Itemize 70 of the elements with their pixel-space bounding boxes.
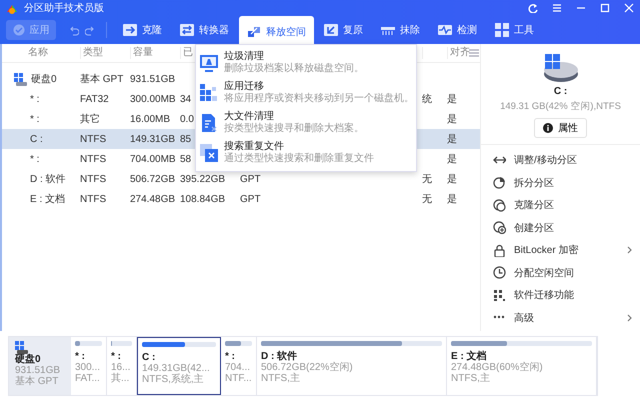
- partition-label: * :: [225, 351, 236, 362]
- table-cell: NTFS: [80, 174, 106, 184]
- partition-size: 300...: [75, 362, 102, 373]
- partition-label: * :: [111, 351, 122, 362]
- table-cell: NTFS: [80, 134, 106, 144]
- table-cell: 是: [447, 194, 457, 205]
- table-cell: C :: [30, 134, 43, 144]
- partition-filesystem: NTFS,系统,主: [142, 374, 205, 385]
- table-cell: 931.51GB: [130, 74, 176, 84]
- table-cell: 是: [447, 134, 457, 145]
- partition-filesystem: 其...: [111, 373, 130, 384]
- disk-style: 基本 GPT: [15, 376, 60, 387]
- partition-filesystem: NTFS,主: [261, 373, 301, 384]
- table-cell: 是: [447, 154, 457, 165]
- table-cell: 16.00MB: [130, 114, 170, 124]
- table-cell: 506.72GB: [130, 174, 176, 184]
- partition-filesystem: NTFS,主: [451, 373, 491, 384]
- menu-item-title: 大文件清理: [224, 111, 275, 122]
- table-cell: 34: [180, 94, 192, 104]
- table-cell-text: D : 软件: [30, 173, 66, 186]
- table-cell: 704.00MB: [130, 154, 176, 164]
- table-cell: 85: [180, 134, 192, 144]
- table-cell: NTFS: [80, 154, 106, 164]
- table-cell: 基本 GPT: [80, 74, 124, 85]
- table-cell: 无: [422, 194, 432, 205]
- partition-filesystem: NTF...: [225, 373, 252, 384]
- table-cell: * :: [30, 114, 40, 124]
- table-cell: 是: [447, 114, 457, 125]
- menu-item-title: 搜索重复文件: [224, 141, 285, 152]
- partition-size: 704...: [225, 362, 252, 373]
- partition-size: 506.72GB(22%空闲): [261, 362, 354, 373]
- window-title: 分区助手技术员版: [24, 2, 105, 15]
- partition-size: 16...: [111, 362, 132, 373]
- menu-item-title: 垃圾清理: [224, 51, 265, 62]
- table-cell: GPT: [240, 194, 261, 204]
- disk-name: 硬盘0: [15, 354, 42, 365]
- table-cell: 是: [447, 94, 457, 105]
- table-cell: 395.22GB: [180, 174, 226, 184]
- table-cell-text: 硬盘0: [31, 73, 57, 86]
- menu-item-description: 删除垃圾档案以释放磁盘空间。: [224, 63, 364, 75]
- partition-name: C :: [554, 86, 568, 97]
- partition-label: * :: [75, 351, 86, 362]
- menu-item-description: 通过类型快速搜索和删除重复文件: [224, 153, 374, 165]
- table-cell: 300.00MB: [130, 94, 176, 104]
- table-cell: FAT32: [80, 94, 109, 104]
- partition-info: 149.31 GB(42% 空闲),NTFS: [500, 100, 621, 113]
- partition-label: D : 软件: [261, 351, 298, 362]
- partition-size: 274.48GB(60%空闲): [451, 362, 544, 373]
- table-cell: NTFS: [80, 194, 106, 204]
- partition-label: E : 文档: [451, 351, 488, 362]
- disk-size: 931.51GB: [15, 365, 62, 376]
- table-cell: 149.31GB: [130, 134, 176, 144]
- table-cell: 108.84GB: [180, 194, 226, 204]
- partition-label: C :: [142, 352, 156, 363]
- table-cell: 274.48GB: [130, 194, 176, 204]
- menu-item-description: 按类型快速搜寻和删除大档案。: [224, 123, 364, 135]
- table-cell: * :: [30, 154, 40, 164]
- table-cell: 是: [447, 174, 457, 185]
- table-cell: 其它: [80, 114, 100, 125]
- table-cell: 统: [422, 94, 432, 105]
- table-cell-text: E : 文档: [30, 192, 66, 206]
- menu-item-description: 将应用程序或资料夹移动到另一个磁盘机。: [224, 93, 414, 105]
- table-cell: GPT: [240, 174, 261, 184]
- partition-filesystem: FAT...: [75, 373, 101, 384]
- table-cell: 0.0: [180, 114, 194, 124]
- partition-size: 149.31GB(42...: [142, 363, 211, 374]
- table-cell: 无: [422, 174, 432, 185]
- table-cell: * :: [30, 94, 40, 104]
- menu-item-title: 应用迁移: [224, 81, 265, 92]
- table-cell: 58: [180, 154, 192, 164]
